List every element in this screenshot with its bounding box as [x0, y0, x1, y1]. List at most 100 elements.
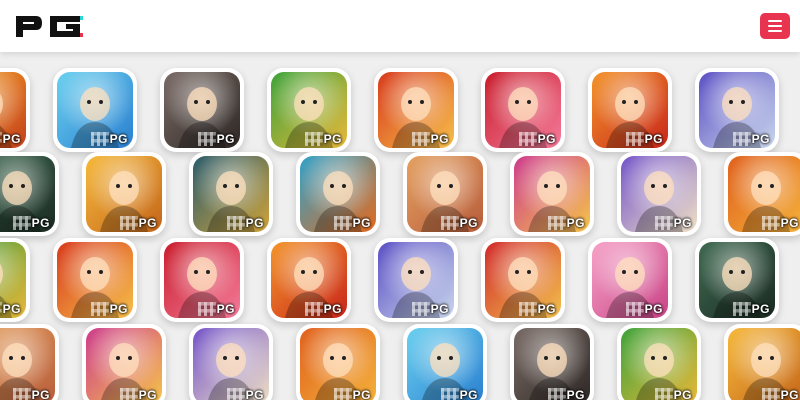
pg-badge: PG: [31, 216, 50, 230]
tile-row: PG PG PG PG PG PG PG PG: [0, 152, 800, 236]
pixel-overlay: [655, 216, 673, 230]
tile-row: PG PG PG PG PG PG PG PG: [0, 324, 800, 400]
pixel-overlay: [626, 302, 644, 316]
game-tile-golden-dragon[interactable]: PG: [588, 68, 672, 152]
pg-logo[interactable]: PG: [14, 10, 84, 42]
game-tile-zeus-king[interactable]: PG: [189, 324, 273, 400]
game-tile-zeus-king[interactable]: PG: [617, 152, 701, 236]
pixel-overlay: [412, 302, 430, 316]
pixel-overlay: [91, 132, 109, 146]
pixel-overlay: [762, 216, 780, 230]
game-tile-pink-princess[interactable]: PG: [588, 238, 672, 322]
pixel-overlay: [120, 216, 138, 230]
game-tile-lucky-piggy[interactable]: PG: [160, 238, 244, 322]
pg-badge: PG: [138, 388, 157, 400]
pixel-overlay: [762, 388, 780, 400]
pg-badge: PG: [566, 216, 585, 230]
pg-badge: PG: [673, 216, 692, 230]
game-tile-adventure-boy[interactable]: PG: [53, 68, 137, 152]
pixel-overlay: [519, 302, 537, 316]
pg-badge: PG: [780, 388, 799, 400]
pixel-overlay: [626, 132, 644, 146]
top-header: PG: [0, 0, 800, 52]
game-tile-scarab[interactable]: PG: [189, 152, 273, 236]
pg-badge: PG: [352, 216, 371, 230]
game-tile-dark-hair-woman[interactable]: PG: [160, 68, 244, 152]
game-tile-fortune-god[interactable]: PG: [53, 238, 137, 322]
game-tile-medusa[interactable]: PG: [695, 238, 779, 322]
pixel-overlay: [441, 216, 459, 230]
pg-badge: PG: [537, 132, 556, 146]
game-tile-fortune-god[interactable]: PG: [374, 68, 458, 152]
game-tile-lion-dance[interactable]: PG: [481, 238, 565, 322]
pg-badge: PG: [459, 216, 478, 230]
game-tile-money-tree[interactable]: PG: [617, 324, 701, 400]
pixel-overlay: [227, 388, 245, 400]
pg-badge: PG: [323, 302, 342, 316]
pg-badge: PG: [644, 302, 663, 316]
game-tile-ganesha[interactable]: PG: [403, 152, 487, 236]
pixel-overlay: [519, 132, 537, 146]
pixel-overlay: [227, 216, 245, 230]
pixel-overlay: [13, 388, 31, 400]
game-tile-archer-monkey[interactable]: PG: [82, 152, 166, 236]
pg-badge: PG: [644, 132, 663, 146]
pixel-overlay: [548, 388, 566, 400]
pg-badge: PG: [537, 302, 556, 316]
pg-badge: PG: [31, 388, 50, 400]
pixel-overlay: [305, 132, 323, 146]
pixel-overlay: [120, 388, 138, 400]
pixel-overlay: [733, 132, 751, 146]
game-tile-panda-chef[interactable]: PG: [695, 68, 779, 152]
pixel-overlay: [441, 388, 459, 400]
tile-row: PG PG PG PG PG PG PG PG: [0, 68, 800, 152]
pg-badge: PG: [352, 388, 371, 400]
pg-badge: PG: [2, 302, 21, 316]
pg-badge: PG: [566, 388, 585, 400]
game-tile-medusa[interactable]: PG: [0, 152, 59, 236]
hamburger-menu-button[interactable]: [760, 13, 790, 39]
pixel-overlay: [334, 388, 352, 400]
pg-badge: PG: [751, 302, 770, 316]
game-tile-partial-ganesha[interactable]: PG: [0, 324, 59, 400]
pg-badge: PG: [2, 132, 21, 146]
pg-badge: PG: [109, 132, 128, 146]
pg-badge: PG: [216, 132, 235, 146]
pg-badge: PG: [216, 302, 235, 316]
pg-badge: PG: [245, 216, 264, 230]
game-tile-golden-sword[interactable]: PG: [510, 152, 594, 236]
pg-badge: PG: [459, 388, 478, 400]
pg-badge: PG: [323, 132, 342, 146]
hamburger-menu-icon: [768, 20, 782, 22]
game-tile-archer-monkey[interactable]: PG: [724, 324, 800, 400]
pg-logo-icon: [16, 16, 83, 37]
pg-badge: PG: [673, 388, 692, 400]
pixel-overlay: [334, 216, 352, 230]
game-tile-hot-pot[interactable]: PG: [296, 324, 380, 400]
pixel-overlay: [412, 132, 430, 146]
game-tile-grid: PG PG PG PG PG PG PG PG PG PG PG PG PG PG PG PG PG PG PG PG…: [0, 52, 800, 400]
pixel-overlay: [548, 216, 566, 230]
pg-badge: PG: [245, 388, 264, 400]
pixel-overlay: [655, 388, 673, 400]
pixel-overlay: [198, 132, 216, 146]
game-tile-hot-pot[interactable]: PG: [724, 152, 800, 236]
game-tile-partial-orange[interactable]: PG: [0, 68, 30, 152]
pg-badge: PG: [751, 132, 770, 146]
game-tile-golden-sword[interactable]: PG: [82, 324, 166, 400]
game-tile-pumpkin[interactable]: PG: [296, 152, 380, 236]
pixel-overlay: [198, 302, 216, 316]
pg-badge: PG: [109, 302, 128, 316]
game-tile-adventure-boy[interactable]: PG: [403, 324, 487, 400]
game-tile-dark-hair-woman[interactable]: PG: [510, 324, 594, 400]
tile-row: PG PG PG PG PG PG PG PG: [0, 238, 800, 322]
game-tile-money-tree[interactable]: PG: [267, 68, 351, 152]
pg-badge: PG: [780, 216, 799, 230]
game-tile-partial-tree[interactable]: PG: [0, 238, 30, 322]
pg-badge: PG: [430, 132, 449, 146]
game-tile-golden-dragon[interactable]: PG: [267, 238, 351, 322]
game-tile-panda-chef[interactable]: PG: [374, 238, 458, 322]
pixel-overlay: [91, 302, 109, 316]
game-tile-lucky-piggy[interactable]: PG: [481, 68, 565, 152]
pixel-overlay: [13, 216, 31, 230]
